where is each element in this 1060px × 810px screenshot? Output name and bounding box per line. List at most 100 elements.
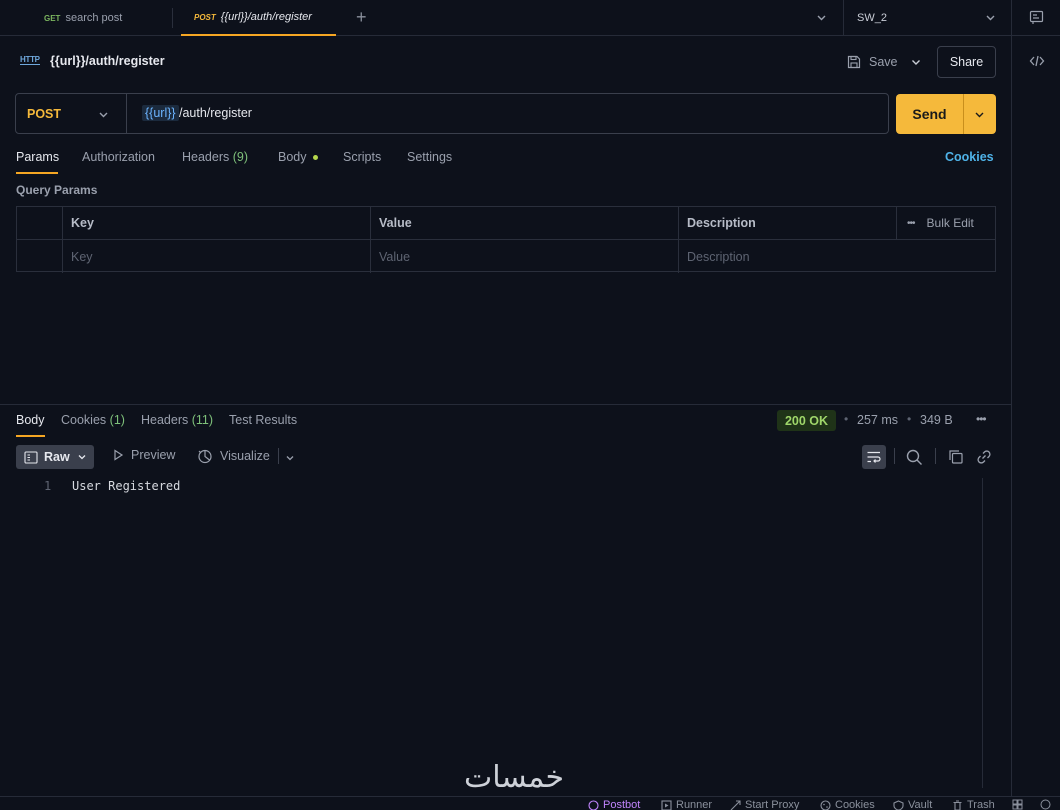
response-divider[interactable] xyxy=(0,404,1011,405)
save-icon xyxy=(847,55,861,69)
line-number: 1 xyxy=(44,479,52,493)
toolbar-separator xyxy=(278,448,279,464)
response-scrollbar[interactable] xyxy=(982,478,996,788)
footer-cookies-label: Cookies xyxy=(835,799,875,810)
tab-settings[interactable]: Settings xyxy=(407,150,452,164)
footer-vault[interactable]: Vault xyxy=(893,799,932,810)
response-tab-body[interactable]: Body xyxy=(16,413,45,427)
format-label: Raw xyxy=(44,450,70,464)
visualize-label: Visualize xyxy=(220,449,270,463)
code-snippet-icon[interactable] xyxy=(1029,54,1045,68)
save-label: Save xyxy=(869,55,898,69)
tab-label: {{url}}/auth/register xyxy=(220,11,312,23)
active-tab-indicator xyxy=(16,172,58,174)
toolbar-separator xyxy=(894,448,895,464)
raw-format-icon xyxy=(24,450,38,464)
visualize-button[interactable]: Visualize xyxy=(197,448,270,464)
query-params-table: Key Value Description ••• Bulk Edit Key … xyxy=(16,206,996,273)
value-input[interactable]: Value xyxy=(371,240,679,273)
tab-authorization[interactable]: Authorization xyxy=(82,150,155,164)
response-tab-test-results[interactable]: Test Results xyxy=(229,413,297,427)
footer-trash[interactable]: Trash xyxy=(952,799,995,810)
row-checkbox[interactable] xyxy=(17,240,63,273)
tab-scripts[interactable]: Scripts xyxy=(343,150,381,164)
response-tab-headers[interactable]: Headers (11) xyxy=(141,413,213,427)
bulk-edit-label: Bulk Edit xyxy=(926,216,974,230)
right-sidebar xyxy=(1011,36,1060,796)
response-size[interactable]: 349 B xyxy=(920,413,953,427)
help-icon[interactable] xyxy=(1040,799,1051,810)
save-options-chevron-down-icon[interactable] xyxy=(910,56,922,68)
response-body-line[interactable]: User Registered xyxy=(72,479,180,493)
response-more-options-icon[interactable]: ••• xyxy=(976,412,987,426)
url-input[interactable]: /auth/register xyxy=(179,106,252,120)
format-raw-button[interactable]: Raw xyxy=(16,445,94,469)
postbot-icon xyxy=(588,799,599,810)
footer-start-proxy-label: Start Proxy xyxy=(745,799,800,810)
environment-chevron-down-icon[interactable] xyxy=(985,12,996,23)
wrap-lines-icon xyxy=(867,451,881,463)
http-request-icon: HTTP xyxy=(20,55,40,65)
bulk-edit-button[interactable]: ••• Bulk Edit xyxy=(897,207,995,240)
request-title[interactable]: {{url}}/auth/register xyxy=(50,54,165,68)
tab-search-post[interactable]: GET search post xyxy=(44,0,122,36)
toolbar-separator xyxy=(935,448,936,464)
link-icon[interactable] xyxy=(976,449,992,465)
column-header-key: Key xyxy=(63,207,371,240)
visualize-icon xyxy=(198,449,212,464)
http-icon-label: HTTP xyxy=(20,55,40,65)
tab-body[interactable]: Body xyxy=(278,150,307,164)
key-input[interactable]: Key xyxy=(63,240,371,273)
new-tab-plus-icon[interactable]: + xyxy=(356,7,367,28)
footer-runner[interactable]: Runner xyxy=(661,799,712,810)
method-value: POST xyxy=(27,106,62,121)
preview-label: Preview xyxy=(131,448,176,462)
send-options-chevron-down-icon[interactable] xyxy=(974,109,985,120)
description-input[interactable]: Description xyxy=(679,240,995,273)
tab-list-chevron-down-icon[interactable] xyxy=(816,12,827,23)
format-chevron-down-icon xyxy=(78,455,86,460)
response-tab-cookies[interactable]: Cookies (1) xyxy=(61,413,125,427)
more-options-icon[interactable]: ••• xyxy=(907,218,915,229)
tab-divider xyxy=(172,8,173,28)
vault-icon xyxy=(893,799,904,810)
cookies-link[interactable]: Cookies xyxy=(945,150,994,164)
response-time[interactable]: 257 ms xyxy=(857,413,898,427)
footer-runner-label: Runner xyxy=(676,799,713,810)
status-badge[interactable]: 200 OK xyxy=(777,410,836,431)
method-select[interactable]: POST xyxy=(16,94,127,133)
response-active-tab-indicator xyxy=(16,435,45,437)
footer-cookies[interactable]: Cookies xyxy=(820,799,875,810)
column-header-value: Value xyxy=(371,207,679,240)
tab-auth-register[interactable]: POST {{url}}/auth/register xyxy=(181,0,336,36)
tab-method: GET xyxy=(44,13,61,23)
send-button[interactable]: Send xyxy=(896,94,996,134)
search-icon[interactable] xyxy=(906,449,923,466)
footer-postbot-label: Postbot xyxy=(603,799,641,810)
visualize-chevron-down-icon[interactable] xyxy=(285,453,295,463)
share-button[interactable]: Share xyxy=(937,46,996,78)
environment-name: SW_2 xyxy=(857,12,887,24)
response-tab-cookies-count: (1) xyxy=(109,413,125,427)
footer-vault-label: Vault xyxy=(908,799,933,810)
body-modified-dot xyxy=(313,155,318,160)
response-tab-cookies-label: Cookies xyxy=(61,413,107,427)
url-bar: POST {{url}} /auth/register xyxy=(15,93,889,134)
meta-separator: • xyxy=(844,412,849,426)
save-button[interactable]: Save xyxy=(847,48,898,76)
runner-icon xyxy=(661,799,672,810)
environment-quick-look-icon[interactable] xyxy=(1029,10,1044,25)
layout-grid-icon[interactable] xyxy=(1012,799,1023,810)
footer-start-proxy[interactable]: Start Proxy xyxy=(730,799,799,810)
preview-button[interactable]: Preview xyxy=(112,448,175,462)
tab-headers-label: Headers xyxy=(182,150,230,164)
url-variable[interactable]: {{url}} xyxy=(142,105,179,121)
copy-icon[interactable] xyxy=(948,449,964,465)
footer-postbot[interactable]: Postbot xyxy=(588,799,640,810)
method-chevron-down-icon[interactable] xyxy=(98,109,109,120)
tab-params[interactable]: Params xyxy=(16,150,59,164)
tab-headers[interactable]: Headers (9) xyxy=(182,150,248,164)
wrap-lines-button[interactable] xyxy=(862,445,886,469)
send-label[interactable]: Send xyxy=(896,94,963,134)
table-checkbox-header xyxy=(17,207,63,240)
